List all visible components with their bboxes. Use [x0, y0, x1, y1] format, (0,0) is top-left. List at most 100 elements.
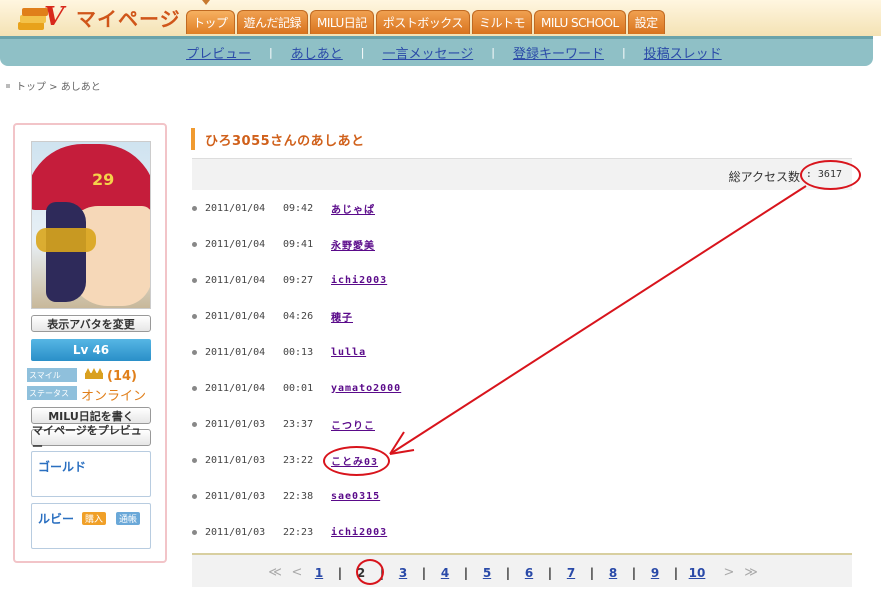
visitor-link[interactable]: 永野愛美	[331, 237, 375, 252]
ruby-box: ルビー 購入 通帳	[31, 503, 151, 549]
access-count-bar: 総アクセス数 : 3617	[192, 158, 852, 190]
profile-sidebar: 29 表示アバタを変更 Lv 46 スマイル (14) ステータス オンライン …	[13, 123, 167, 563]
status-value: オンライン	[81, 389, 147, 404]
visit-date: 2011/01/04	[205, 346, 266, 358]
gold-label: ゴールド	[38, 460, 87, 474]
page-link-8[interactable]: 8	[602, 566, 624, 580]
list-item: 2011/01/04 00:13 lulla	[192, 334, 852, 370]
pagination: ≪ < 1 | 2 | 3 | 4 | 5 | 6 | 7 | 8 | 9 | …	[192, 553, 852, 587]
prev-page-icon[interactable]: <	[286, 565, 308, 580]
list-item: 2011/01/03 23:22 ことみ03	[192, 442, 852, 478]
bullet-icon	[192, 313, 197, 319]
list-item: 2011/01/04 04:26 穂子	[192, 298, 852, 334]
visit-date: 2011/01/03	[205, 454, 266, 466]
status-label: ステータス	[27, 386, 77, 400]
list-item: 2011/01/03 23:37 こつりこ	[192, 406, 852, 442]
page-link-1[interactable]: 1	[308, 566, 330, 580]
visit-date: 2011/01/04	[205, 310, 266, 322]
visitor-link[interactable]: sae0315	[331, 491, 380, 502]
bullet-icon	[192, 205, 197, 211]
subnav-separator: |	[269, 46, 273, 59]
bullet-icon	[192, 385, 197, 391]
subnav-separator: |	[621, 46, 626, 59]
visit-time: 04:26	[283, 310, 314, 322]
gold-box: ゴールド	[31, 451, 151, 497]
subnav-footprints-link[interactable]: あしあと	[291, 43, 343, 62]
avatar-image: 29	[31, 141, 151, 309]
visitor-highlight	[323, 446, 390, 476]
next-page-icon[interactable]: >	[718, 565, 740, 580]
tab-settings[interactable]: 設定	[627, 10, 665, 34]
bullet-icon	[192, 349, 197, 355]
header-bar: V マイページ トップ 遊んだ記録 MILU日記 ポストボックス ミルトモ MI…	[0, 0, 881, 36]
page-link-9[interactable]: 9	[644, 566, 666, 580]
page-link-5[interactable]: 5	[476, 566, 498, 580]
page-title: マイページ	[76, 7, 181, 31]
visit-time: 09:42	[283, 202, 314, 214]
tab-postbox[interactable]: ポストボックス	[375, 10, 470, 34]
visit-date: 2011/01/04	[205, 238, 266, 250]
visit-date: 2011/01/03	[205, 490, 266, 502]
crown-icon	[85, 368, 103, 379]
tab-milu-school[interactable]: MILU SCHOOL	[533, 10, 626, 34]
page-link-7[interactable]: 7	[560, 566, 582, 580]
first-page-icon[interactable]: ≪	[264, 565, 286, 580]
tab-pointer-icon	[202, 0, 210, 5]
last-page-icon[interactable]: ≫	[740, 565, 762, 580]
list-item: 2011/01/04 09:27 ichi2003	[192, 262, 852, 298]
visitor-link[interactable]: lulla	[331, 347, 366, 358]
list-item: 2011/01/04 09:42 あじゃぱ	[192, 190, 852, 226]
sub-navigation: プレビュー | あしあと | 一言メッセージ | 登録キーワード | 投稿スレッ…	[0, 36, 873, 66]
pager-separator: |	[421, 565, 427, 580]
page-link-6[interactable]: 6	[518, 566, 540, 580]
visitor-link[interactable]: あじゃぱ	[331, 201, 375, 216]
visitor-link[interactable]: ichi2003	[331, 275, 387, 286]
level-badge: Lv 46	[31, 339, 151, 361]
pager-separator: |	[463, 565, 469, 580]
pager-separator: |	[673, 565, 679, 580]
tab-play-history[interactable]: 遊んだ記録	[236, 10, 309, 34]
buy-ruby-button[interactable]: 購入	[82, 512, 107, 525]
tab-milu-diary[interactable]: MILU日記	[310, 10, 374, 34]
list-item: 2011/01/04 09:41 永野愛美	[192, 226, 852, 262]
visitor-link[interactable]: 穂子	[331, 309, 353, 324]
page-link-4[interactable]: 4	[434, 566, 456, 580]
subnav-separator: |	[491, 46, 495, 59]
access-count-label: 総アクセス数	[728, 170, 800, 184]
bullet-icon	[192, 529, 197, 535]
tab-milutomo[interactable]: ミルトモ	[471, 10, 532, 34]
breadcrumb-text[interactable]: トップ > あしあと	[16, 78, 101, 93]
footprint-list: 2011/01/04 09:42 あじゃぱ 2011/01/04 09:41 永…	[192, 190, 852, 550]
preview-mypage-button[interactable]: マイページをプレビュー	[31, 424, 151, 453]
subnav-threads-link[interactable]: 投稿スレッド	[644, 43, 722, 62]
pager-separator: |	[631, 565, 637, 580]
visit-date: 2011/01/04	[205, 382, 266, 394]
pager-separator: |	[547, 565, 553, 580]
visit-time: 09:27	[283, 274, 314, 286]
bullet-icon	[192, 493, 197, 499]
tab-top[interactable]: トップ	[186, 10, 235, 34]
subnav-messages-link[interactable]: 一言メッセージ	[382, 43, 473, 62]
visitor-link[interactable]: yamato2000	[331, 383, 401, 394]
visit-date: 2011/01/04	[205, 274, 266, 286]
books-logo-icon[interactable]: V	[14, 2, 70, 34]
breadcrumb: トップ > あしあと	[6, 78, 101, 93]
ruby-label: ルビー	[38, 512, 75, 526]
subnav-preview-link[interactable]: プレビュー	[186, 43, 251, 62]
avatar-cap-number: 29	[92, 170, 115, 189]
pager-separator: |	[337, 565, 343, 580]
visitor-link[interactable]: こつりこ	[331, 417, 375, 432]
page-link-3[interactable]: 3	[392, 566, 414, 580]
passbook-button[interactable]: 通帳	[116, 512, 141, 525]
bullet-icon	[192, 457, 197, 463]
footprints-title: ひろ3055さんのあしあと	[191, 128, 365, 150]
visitor-link[interactable]: ichi2003	[331, 527, 387, 538]
bullet-icon	[192, 277, 197, 283]
change-avatar-button[interactable]: 表示アバタを変更	[31, 315, 151, 332]
bullet-icon	[192, 241, 197, 247]
access-count-highlight	[800, 160, 861, 190]
subnav-keywords-link[interactable]: 登録キーワード	[513, 43, 604, 62]
visit-time: 22:23	[283, 526, 314, 538]
visit-time: 22:38	[283, 490, 314, 502]
page-link-10[interactable]: 10	[686, 566, 708, 580]
